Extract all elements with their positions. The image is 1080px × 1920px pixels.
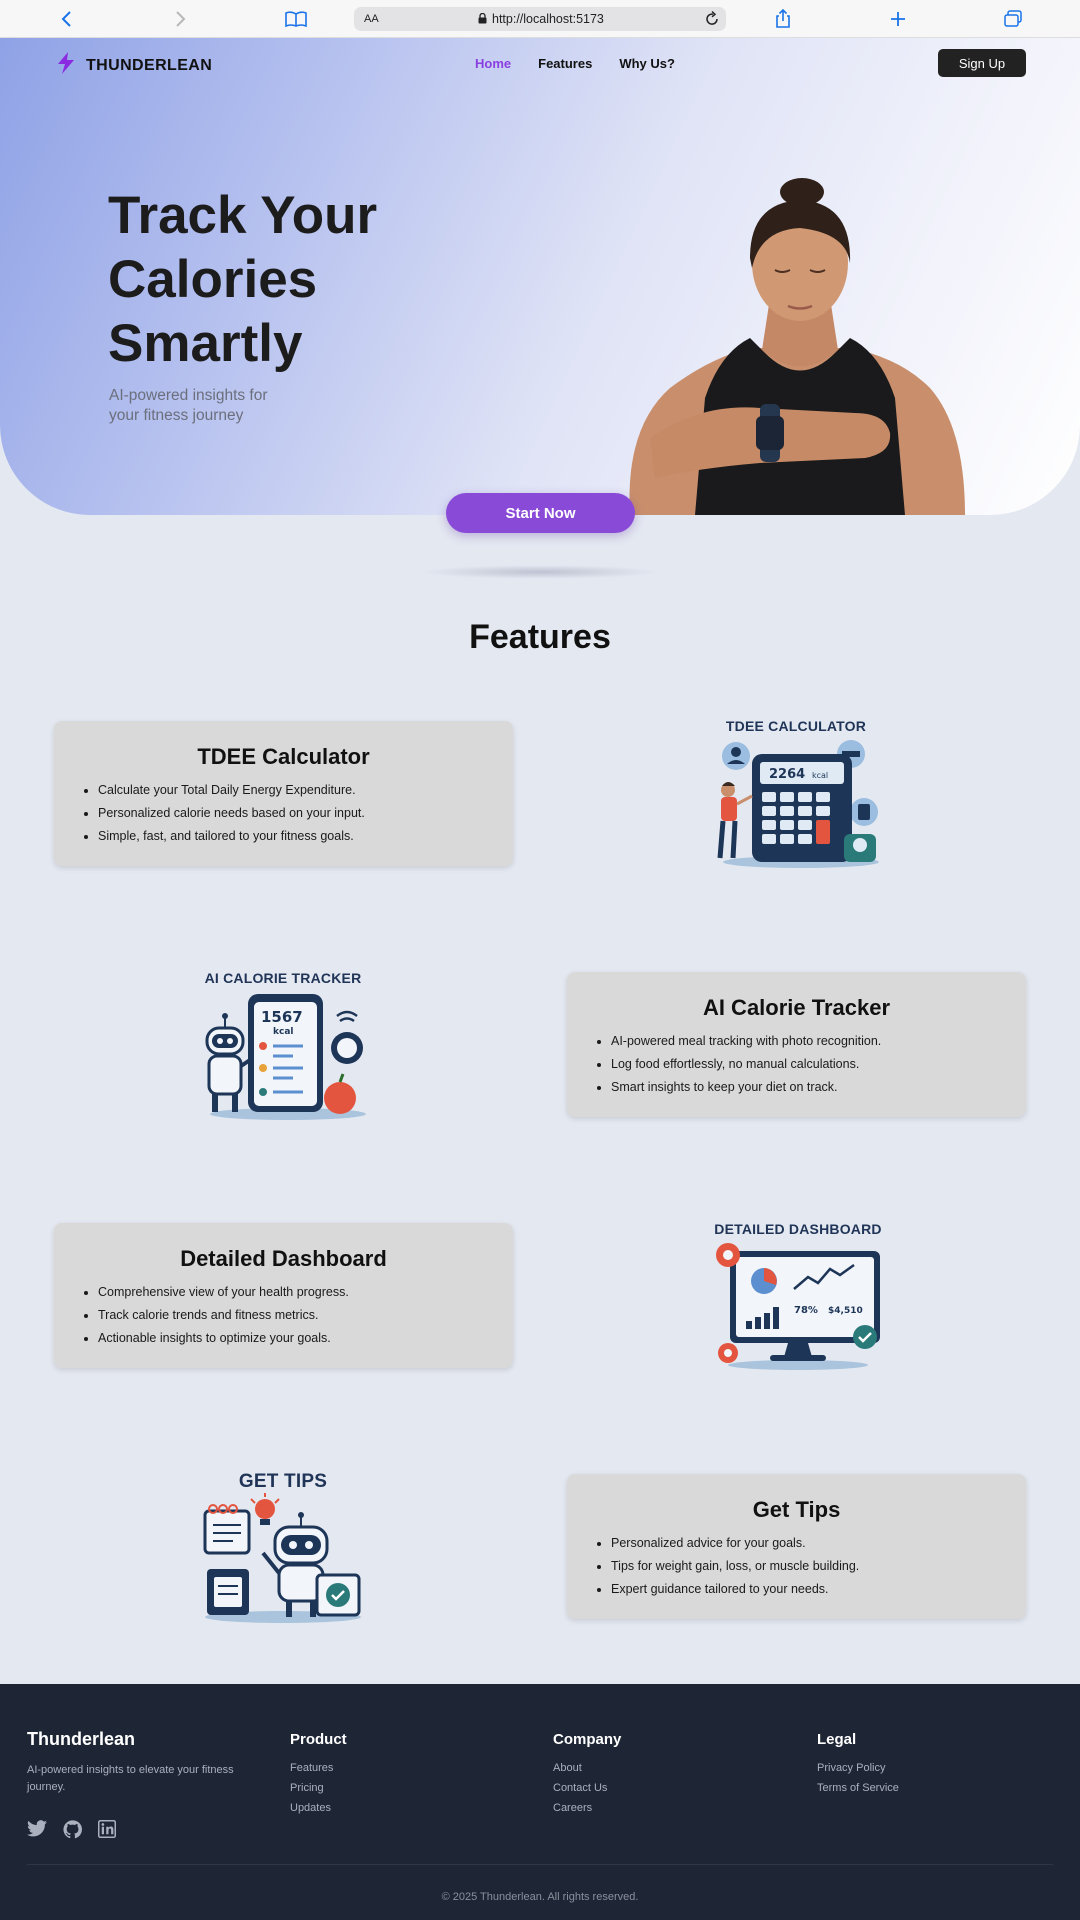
tracker-unit: kcal xyxy=(273,1027,293,1037)
feature-bullet: Personalized advice for your goals. xyxy=(611,1532,998,1555)
footer-brand: Thunderlean xyxy=(27,1729,136,1749)
nav-link-why-us[interactable]: Why Us? xyxy=(619,56,675,71)
feature-bullet: Log food effortlessly, no manual calcula… xyxy=(611,1053,998,1076)
tabs-icon[interactable] xyxy=(999,7,1027,31)
reload-icon[interactable] xyxy=(704,10,720,31)
button-shadow xyxy=(420,565,660,579)
feature-bullet: AI-powered meal tracking with photo reco… xyxy=(611,1030,998,1053)
robot-tips-icon xyxy=(203,1493,361,1623)
dashboard-monitor-icon: 78% $4,510 xyxy=(716,1243,880,1370)
footer-tagline: AI-powered insights to elevate your fitn… xyxy=(27,1764,234,1793)
feature-bullet-list: Calculate your Total Daily Energy Expend… xyxy=(82,779,485,848)
new-tab-icon[interactable] xyxy=(884,7,912,31)
features-heading: Features xyxy=(469,618,611,656)
feature-bullet-list: Comprehensive view of your health progre… xyxy=(82,1281,485,1350)
brand-name: THUNDERLEAN xyxy=(86,56,213,74)
twitter-icon[interactable] xyxy=(27,1820,47,1844)
illustration-title: DETAILED DASHBOARD xyxy=(714,1221,882,1237)
footer-link-features[interactable]: Features xyxy=(290,1758,347,1778)
feature-card-tdee: TDEE Calculator Calculate your Total Dai… xyxy=(54,721,513,866)
detailed-dashboard-illustration: DETAILED DASHBOARD 78% $4,510 xyxy=(708,1221,888,1378)
hero-title-line: Calories xyxy=(108,250,318,309)
feature-card-ai-calorie-tracker: AI Calorie Tracker AI-powered meal track… xyxy=(567,972,1026,1117)
footer-link-pricing[interactable]: Pricing xyxy=(290,1778,347,1798)
hero-subtitle-line: your fitness journey xyxy=(109,407,244,424)
feature-bullet-list: Personalized advice for your goals. Tips… xyxy=(595,1532,998,1601)
feature-bullet: Tips for weight gain, loss, or muscle bu… xyxy=(611,1555,998,1578)
social-links xyxy=(27,1820,116,1844)
text-size-button[interactable]: AA xyxy=(364,13,379,25)
footer-link-careers[interactable]: Careers xyxy=(553,1798,621,1818)
footer-divider xyxy=(27,1864,1053,1865)
nav-link-features[interactable]: Features xyxy=(538,56,592,71)
footer-column-legal: Legal Privacy Policy Terms of Service xyxy=(817,1731,899,1798)
footer-link-updates[interactable]: Updates xyxy=(290,1798,347,1818)
feature-bullet-list: AI-powered meal tracking with photo reco… xyxy=(595,1030,998,1099)
copyright-text: © 2025 Thunderlean. All rights reserved. xyxy=(441,1891,639,1903)
browser-toolbar: AA http://localhost:5173 xyxy=(0,0,1080,38)
back-icon[interactable] xyxy=(52,7,80,31)
main-nav: Home Features Why Us? xyxy=(475,56,675,71)
illustration-title: AI CALORIE TRACKER xyxy=(204,970,362,986)
woman-checking-watch-photo xyxy=(629,178,965,515)
footer-link-contact-us[interactable]: Contact Us xyxy=(553,1778,621,1798)
footer-brand-column: Thunderlean AI-powered insights to eleva… xyxy=(27,1729,257,1796)
footer-link-privacy-policy[interactable]: Privacy Policy xyxy=(817,1758,899,1778)
hero-subtitle-line: AI-powered insights for xyxy=(109,387,268,404)
footer-column-title: Legal xyxy=(817,1731,857,1748)
feature-bullet: Comprehensive view of your health progre… xyxy=(98,1281,485,1304)
share-icon[interactable] xyxy=(769,7,797,31)
feature-card-title: TDEE Calculator xyxy=(197,744,370,769)
start-now-button[interactable]: Start Now xyxy=(446,493,635,533)
feature-card-get-tips: Get Tips Personalized advice for your go… xyxy=(567,1474,1026,1619)
linkedin-icon[interactable] xyxy=(98,1820,116,1844)
dashboard-percent: 78% xyxy=(794,1305,818,1316)
tracker-value: 1567 xyxy=(261,1008,303,1026)
feature-bullet: Calculate your Total Daily Energy Expend… xyxy=(98,779,485,802)
bookmarks-icon[interactable] xyxy=(282,7,310,31)
lock-icon xyxy=(478,12,487,27)
ai-calorie-tracker-illustration: AI CALORIE TRACKER 1567 kcal xyxy=(193,970,373,1127)
sign-up-button[interactable]: Sign Up xyxy=(938,49,1026,77)
footer-column-title: Company xyxy=(553,1731,622,1748)
feature-bullet: Track calorie trends and fitness metrics… xyxy=(98,1304,485,1327)
forward-icon[interactable] xyxy=(167,7,195,31)
feature-bullet: Actionable insights to optimize your goa… xyxy=(98,1327,485,1350)
calculator-unit: kcal xyxy=(812,771,828,780)
hero-title-line: Smartly xyxy=(108,314,303,373)
site-footer: Thunderlean AI-powered insights to eleva… xyxy=(0,1684,1080,1920)
feature-bullet: Smart insights to keep your diet on trac… xyxy=(611,1076,998,1099)
dashboard-amount: $4,510 xyxy=(828,1306,863,1316)
feature-card-title: Get Tips xyxy=(752,1497,841,1522)
brand-logo[interactable]: THUNDERLEAN xyxy=(56,52,212,79)
lightning-icon xyxy=(56,52,76,79)
feature-bullet: Personalized calorie needs based on your… xyxy=(98,802,485,825)
url-text: http://localhost:5173 xyxy=(492,12,604,26)
calculator-value: 2264 xyxy=(769,767,805,782)
feature-card-detailed-dashboard: Detailed Dashboard Comprehensive view of… xyxy=(54,1223,513,1368)
footer-link-about[interactable]: About xyxy=(553,1758,621,1778)
footer-link-terms-of-service[interactable]: Terms of Service xyxy=(817,1778,899,1798)
feature-card-title: AI Calorie Tracker xyxy=(702,995,891,1020)
calculator-icon: 2264 kcal xyxy=(717,740,879,868)
hero-title-line: Track Your xyxy=(108,186,378,245)
url-bar[interactable]: AA http://localhost:5173 xyxy=(354,7,726,31)
feature-bullet: Simple, fast, and tailored to your fitne… xyxy=(98,825,485,848)
nav-link-home[interactable]: Home xyxy=(475,56,511,71)
get-tips-illustration: GET TIPS xyxy=(193,1471,373,1634)
hero-title: Track Your Calories Smartly xyxy=(108,184,377,376)
robot-phone-icon: 1567 kcal xyxy=(205,994,366,1120)
feature-bullet: Expert guidance tailored to your needs. xyxy=(611,1578,998,1601)
footer-column-company: Company About Contact Us Careers xyxy=(553,1731,621,1818)
feature-card-title: Detailed Dashboard xyxy=(180,1246,387,1271)
illustration-title: GET TIPS xyxy=(238,1471,328,1492)
illustration-title: TDEE CALCULATOR xyxy=(725,718,867,734)
footer-column-product: Product Features Pricing Updates xyxy=(290,1731,347,1818)
hero-section: THUNDERLEAN Home Features Why Us? Sign U… xyxy=(0,38,1080,515)
tdee-calculator-illustration: TDEE CALCULATOR 2264 kcal xyxy=(706,718,886,875)
footer-column-title: Product xyxy=(290,1731,347,1748)
github-icon[interactable] xyxy=(63,1820,82,1844)
hero-subtitle: AI-powered insights for your fitness jou… xyxy=(109,386,319,426)
